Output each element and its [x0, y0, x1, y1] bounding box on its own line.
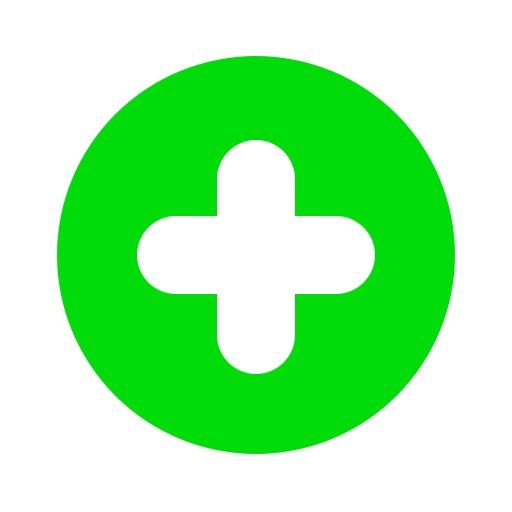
plus-icon — [57, 56, 455, 454]
plus-horizontal-bar — [137, 216, 375, 294]
add-button[interactable] — [57, 56, 455, 454]
app-icon-canvas — [0, 0, 512, 512]
